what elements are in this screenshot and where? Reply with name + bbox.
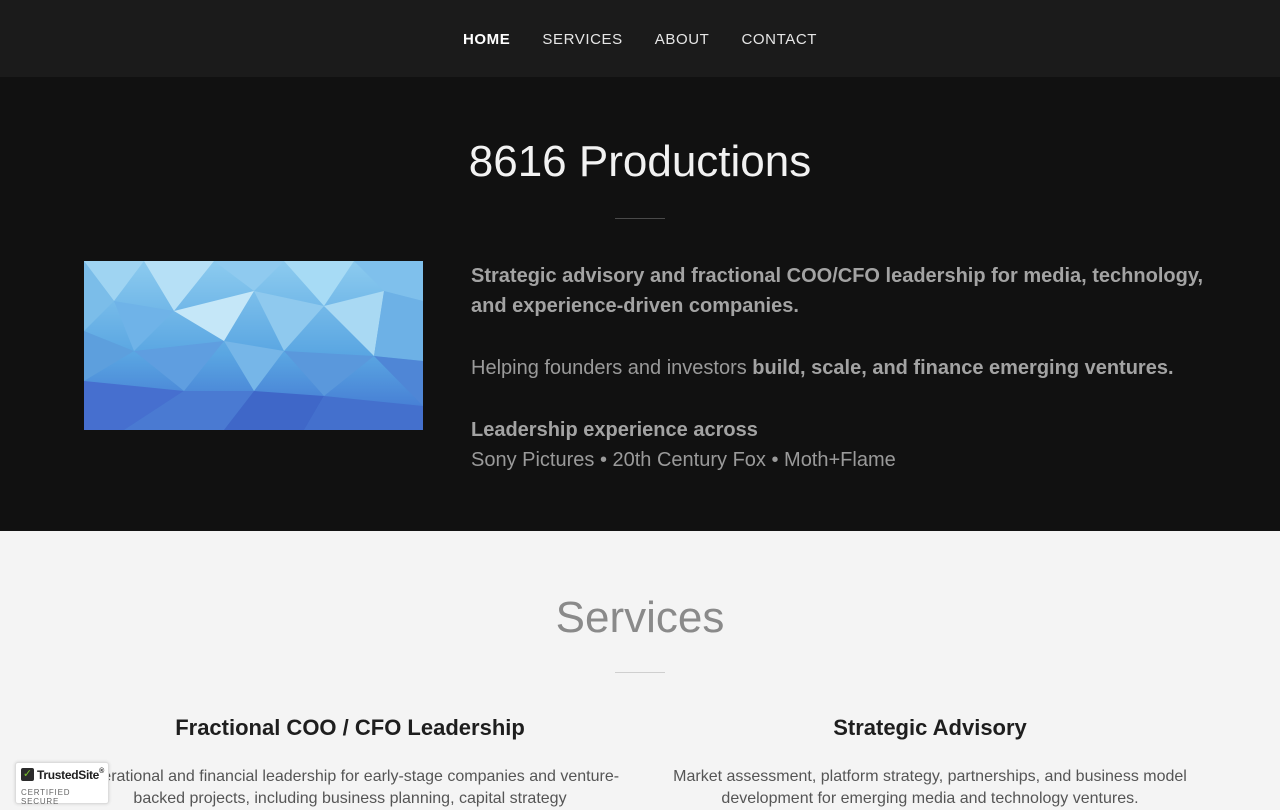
helping-emphasis: build, scale, and finance emerging ventu… — [752, 357, 1174, 379]
services-divider — [615, 672, 665, 673]
nav-about-link[interactable]: ABOUT — [655, 31, 710, 48]
services-title: Services — [555, 593, 725, 642]
experience-list: Sony Pictures • 20th Century Fox • Moth+… — [471, 449, 896, 471]
service-description: Operational and financial leadership for… — [80, 768, 620, 807]
services-section: Services Fractional COO / CFO Leadership… — [0, 531, 1280, 807]
hero-image — [84, 261, 423, 430]
badge-reg: ® — [99, 768, 104, 775]
service-title: Strategic Advisory — [833, 715, 1027, 740]
hero-helping-line: Helping founders and investors build, sc… — [471, 353, 1231, 383]
nav-services-link[interactable]: SERVICES — [542, 31, 622, 48]
service-card: Fractional COO / CFO Leadership Operatio… — [70, 714, 630, 810]
top-nav: HOME SERVICES ABOUT CONTACT — [0, 0, 1280, 77]
title-divider — [615, 218, 665, 219]
service-description: Market assessment, platform strategy, pa… — [673, 768, 1187, 807]
page-title: 8616 Productions — [468, 137, 812, 186]
hero-tagline: Strategic advisory and fractional COO/CF… — [471, 265, 1204, 317]
checkmark-icon: ✓ — [21, 768, 34, 781]
badge-name-text: TrustedSite — [37, 768, 100, 782]
badge-name: TrustedSite® — [37, 768, 104, 782]
hero-section: 8616 Productions Strategic advisory and … — [0, 77, 1280, 531]
nav-contact-link[interactable]: CONTACT — [741, 31, 817, 48]
experience-heading: Leadership experience across — [471, 419, 758, 441]
service-card: Strategic Advisory Market assessment, pl… — [650, 714, 1210, 810]
badge-subtitle: CERTIFIED SECURE — [21, 788, 71, 806]
nav-home-link[interactable]: HOME — [463, 31, 510, 48]
helping-prefix: Helping founders and investors — [471, 357, 753, 379]
service-title: Fractional COO / CFO Leadership — [175, 715, 525, 740]
trustedsite-badge[interactable]: ✓ TrustedSite® CERTIFIED SECURE — [15, 762, 109, 806]
hero-text: Strategic advisory and fractional COO/CF… — [471, 261, 1231, 475]
